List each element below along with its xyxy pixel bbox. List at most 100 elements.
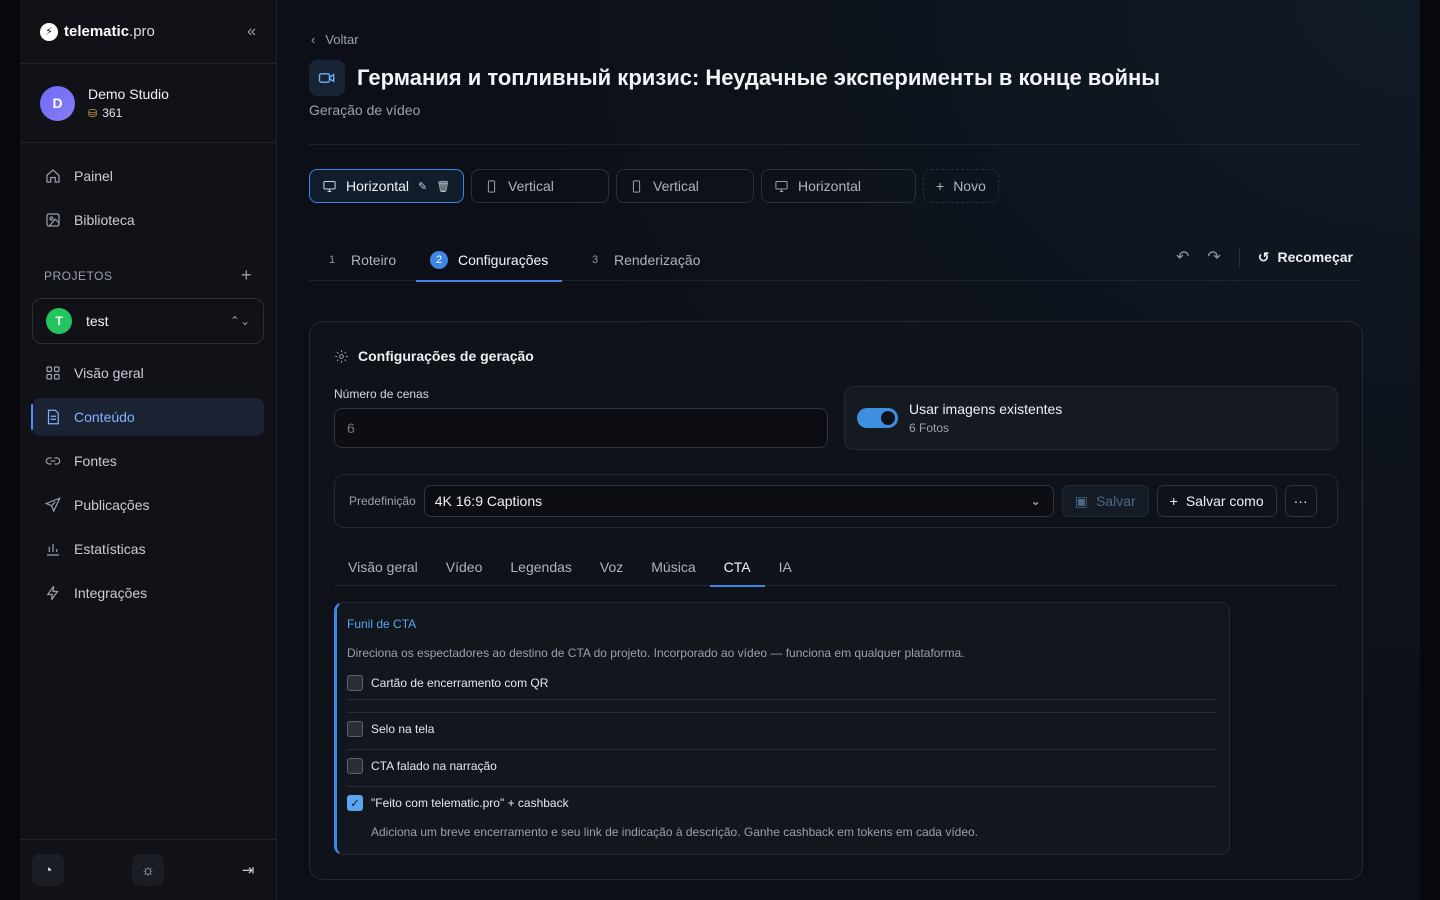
nav-item-fontes[interactable]: Fontes	[32, 442, 264, 480]
variant-tab-horizontal-2[interactable]: Horizontal	[761, 169, 916, 203]
nav-item-publicacoes[interactable]: Publicações	[32, 486, 264, 524]
subtab-legendas[interactable]: Legendas	[496, 548, 586, 586]
subtab-cta[interactable]: CTA	[709, 548, 765, 587]
divider	[309, 144, 1363, 145]
step-tab-renderizacao[interactable]: 3 Renderização	[586, 238, 700, 281]
link-icon	[45, 457, 61, 465]
video-camera-icon	[309, 60, 345, 96]
account-name: Demo Studio	[88, 86, 169, 102]
variant-label: Horizontal	[798, 178, 862, 194]
generation-settings-card: Configurações de geração Número de cenas…	[309, 321, 1363, 880]
step-tab-roteiro[interactable]: 1 Roteiro	[323, 238, 396, 281]
window-frame-right	[1420, 0, 1440, 900]
plus-icon: +	[936, 178, 945, 194]
project-nav: Visão geral Conteúdo Fontes Publicações …	[20, 354, 276, 612]
token-balance: ⛁ 361	[88, 106, 169, 120]
home-icon	[46, 169, 60, 183]
nav-item-conteudo[interactable]: Conteúdo	[31, 398, 264, 436]
phone-icon	[487, 179, 496, 193]
redo-icon[interactable]: ↷	[1207, 247, 1220, 267]
variant-label: Horizontal	[346, 178, 410, 194]
nav-item-label: Fontes	[74, 453, 117, 469]
step-tabs: 1 Roteiro 2 Configurações 3 Renderização…	[309, 238, 1363, 282]
title-row: Германия и топливный кризис: Неудачные э…	[309, 60, 1160, 96]
variant-label: Vertical	[508, 178, 554, 194]
project-selector[interactable]: T test ⌃⌄	[32, 298, 264, 344]
nav-item-label: Estatísticas	[74, 541, 146, 557]
nav-item-estatisticas[interactable]: Estatísticas	[32, 530, 264, 568]
document-icon	[47, 409, 59, 425]
add-variant-button[interactable]: + Novo	[923, 169, 999, 203]
sidebar: ⚡ telematic .pro « D Demo Studio ⛁ 361 Pa…	[20, 0, 277, 900]
window-frame-left	[0, 0, 20, 900]
add-project-icon[interactable]: +	[241, 265, 252, 286]
nav-item-label: Biblioteca	[74, 212, 135, 228]
preset-select[interactable]: 4K 16:9 Captions ⌄	[423, 485, 1054, 517]
grid-icon	[46, 366, 60, 380]
nav-item-label: Visão geral	[74, 365, 144, 381]
checkbox[interactable]	[347, 721, 363, 737]
step-tab-configuracoes[interactable]: 2 Configurações	[415, 238, 563, 282]
more-options-icon[interactable]: ···	[1284, 485, 1317, 517]
step-label: Configurações	[458, 251, 549, 268]
theme-toggle-sun-icon[interactable]: ☼	[132, 854, 164, 886]
variant-tab-vertical-1[interactable]: Vertical	[471, 169, 609, 203]
logout-icon[interactable]: ⇥	[232, 854, 264, 886]
divider	[347, 749, 1217, 750]
trash-icon[interactable]: 🗑	[436, 180, 450, 193]
collapse-sidebar-icon[interactable]: «	[247, 23, 256, 41]
divider	[347, 712, 1217, 713]
cta-option-made-with[interactable]: ✓ "Feito com telematic.pro" + cashback	[347, 795, 1217, 811]
preset-bar: Predefinição 4K 16:9 Captions ⌄ ▣ Salvar…	[334, 474, 1338, 528]
nav-item-biblioteca[interactable]: Biblioteca	[32, 201, 264, 239]
save-preset-button[interactable]: ▣ Salvar	[1061, 485, 1149, 517]
option-label: Cartão de encerramento com QR	[371, 676, 549, 690]
use-images-count: 6 Fotos	[909, 421, 950, 435]
undo-icon[interactable]: ↶	[1176, 247, 1189, 267]
use-existing-images-toggle[interactable]	[857, 408, 898, 428]
speed-gauge-icon[interactable]: ◔	[32, 854, 64, 886]
cta-option-note: Adiciona um breve encerramento e seu lin…	[371, 825, 979, 839]
brand-name: telematic	[64, 23, 130, 40]
preset-value: 4K 16:9 Captions	[434, 493, 543, 509]
step-label: Renderização	[614, 251, 701, 268]
checkbox[interactable]	[347, 758, 363, 774]
checkbox-checked[interactable]: ✓	[347, 795, 363, 811]
save-as-button[interactable]: + Salvar como	[1156, 485, 1277, 517]
subtab-musica[interactable]: Música	[637, 548, 709, 586]
scenes-input[interactable]	[334, 408, 828, 448]
chevron-down-icon: ⌄	[1030, 494, 1041, 508]
restart-button[interactable]: ↺ Recomeçar	[1258, 249, 1353, 266]
back-link[interactable]: ‹ Voltar	[311, 32, 359, 47]
nav-item-integracoes[interactable]: Integrações	[32, 574, 264, 612]
projects-heading: PROJETOS	[44, 268, 113, 283]
subtab-video[interactable]: Vídeo	[432, 548, 497, 586]
phone-icon	[632, 179, 641, 193]
nav-item-visao-geral[interactable]: Visão geral	[32, 354, 264, 392]
bolt-icon	[46, 585, 59, 601]
save-as-label: Salvar como	[1185, 493, 1264, 509]
main-content: ‹ Voltar Германия и топливный кризис: Не…	[277, 0, 1420, 900]
brand-suffix: .pro	[129, 23, 155, 40]
variant-tab-vertical-2[interactable]: Vertical	[616, 169, 754, 203]
checkbox[interactable]	[347, 675, 363, 691]
cta-option-qr-card[interactable]: Cartão de encerramento com QR	[347, 675, 1217, 691]
nav-item-label: Painel	[74, 168, 113, 184]
chevron-up-down-icon: ⌃⌄	[229, 314, 250, 328]
nav-item-painel[interactable]: Painel	[32, 157, 264, 195]
account-switcher[interactable]: D Demo Studio ⛁ 361	[20, 64, 276, 143]
pencil-icon[interactable]: ✎	[418, 180, 427, 193]
subtab-ia[interactable]: IA	[765, 548, 806, 586]
option-label: Selo na tela	[371, 722, 435, 736]
cta-option-spoken[interactable]: CTA falado na narração	[347, 758, 1217, 774]
step-number: 2	[430, 250, 448, 269]
chevron-left-icon: ‹	[311, 32, 316, 47]
variant-tab-horizontal-1[interactable]: Horizontal ✎ 🗑	[309, 169, 464, 203]
subtab-visao-geral[interactable]: Visão geral	[334, 548, 432, 586]
nav-item-label: Integrações	[74, 585, 148, 601]
cta-option-screen-badge[interactable]: Selo na tela	[347, 721, 1217, 737]
card-title: Configurações de geração	[334, 348, 534, 364]
brand-logo[interactable]: ⚡ telematic .pro	[40, 22, 155, 41]
subtab-voz[interactable]: Voz	[586, 548, 637, 586]
cta-description: Direciona os espectadores ao destino de …	[347, 646, 965, 660]
